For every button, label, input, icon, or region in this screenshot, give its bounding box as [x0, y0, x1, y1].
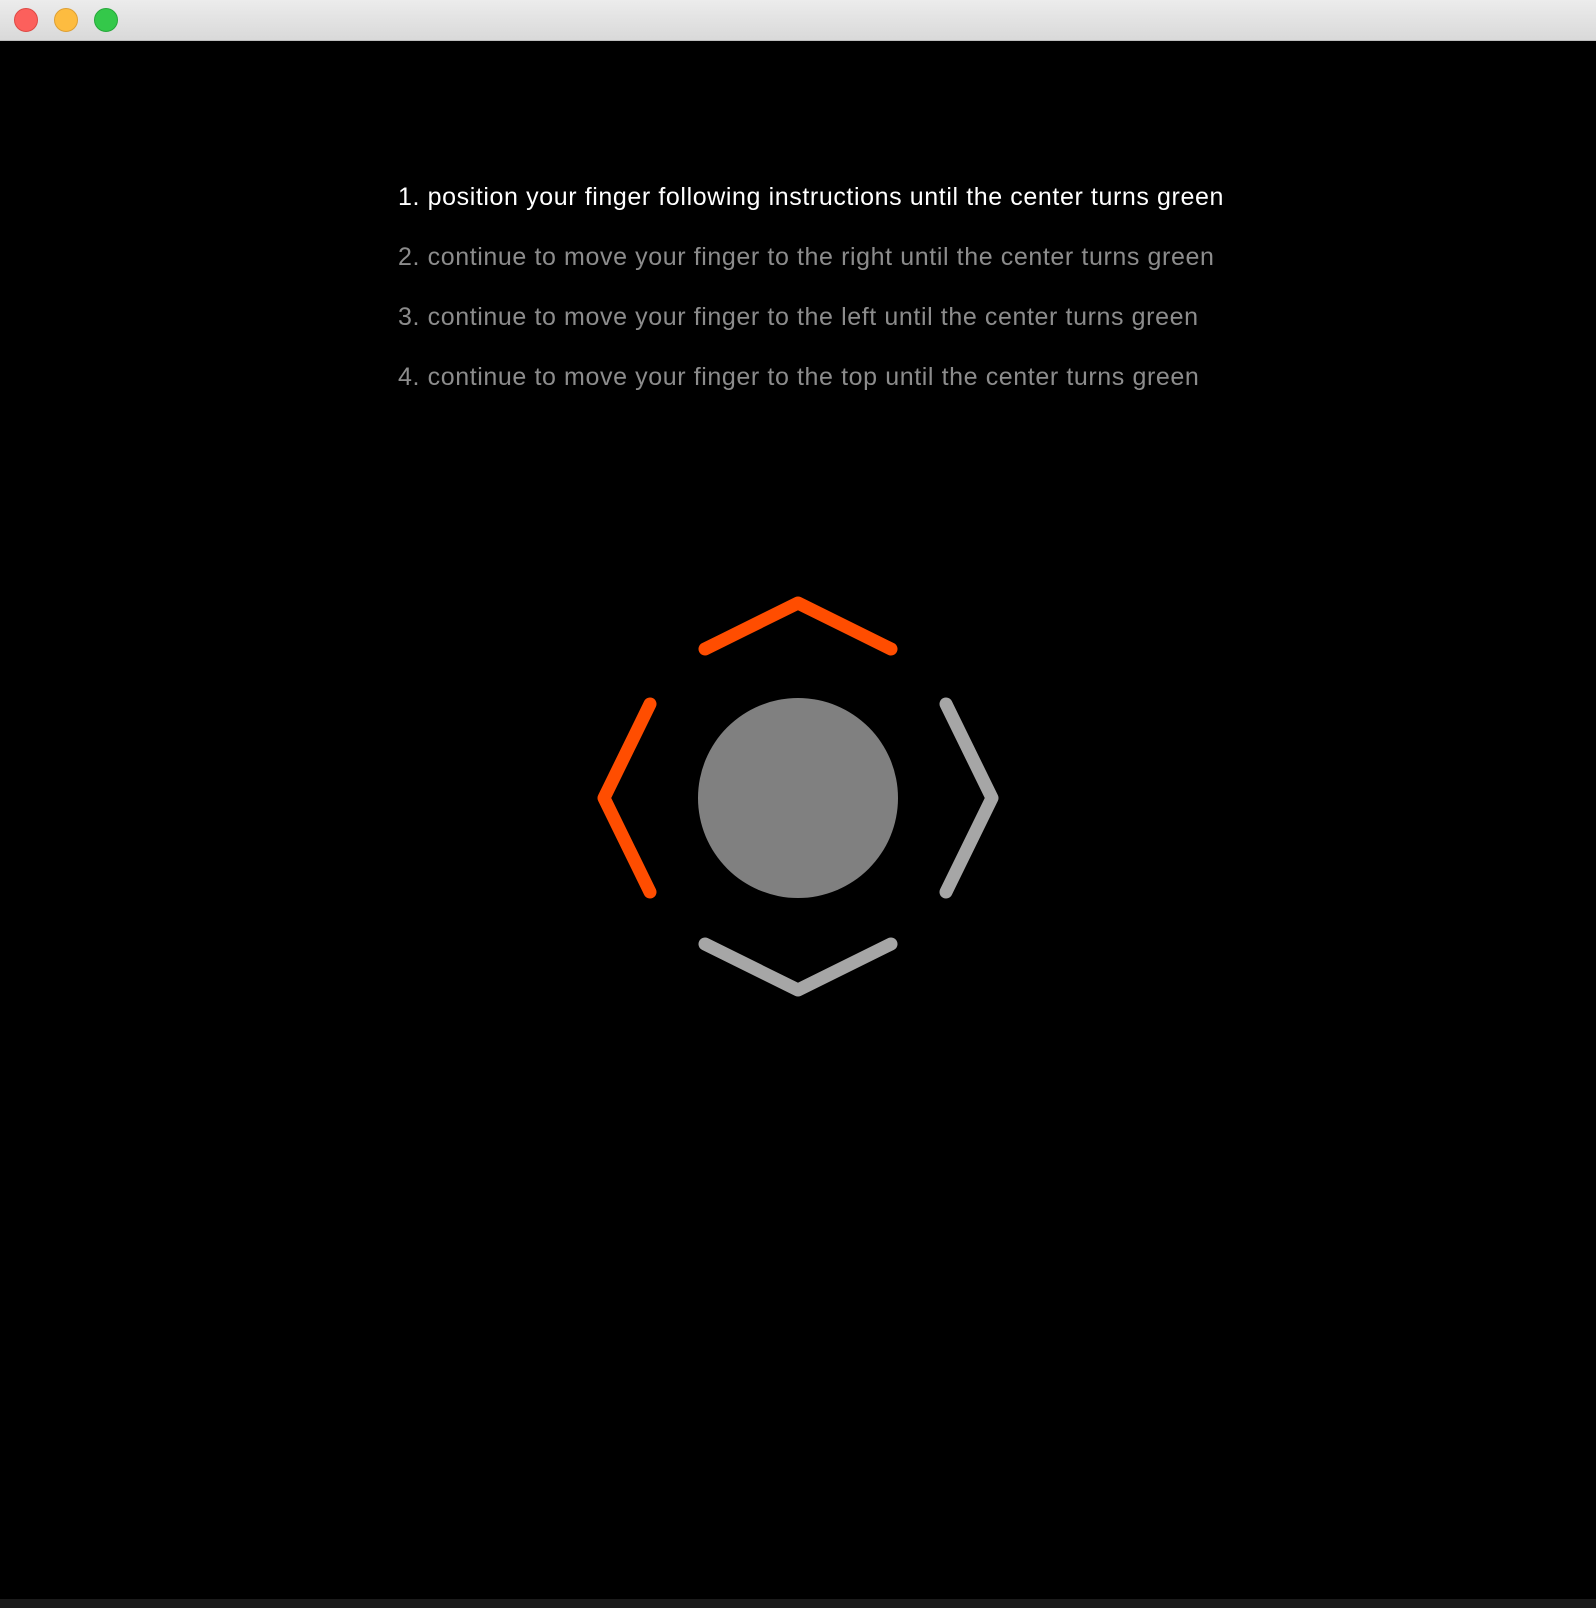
zoom-window-button[interactable] [94, 8, 118, 32]
minimize-window-button[interactable] [54, 8, 78, 32]
center-status-circle [698, 698, 898, 898]
close-window-button[interactable] [14, 8, 38, 32]
content-area: 1. position your finger following instru… [0, 41, 1596, 1599]
chevron-down-icon [698, 937, 898, 997]
chevron-left-icon [597, 697, 657, 899]
window-bottom-edge [0, 1599, 1596, 1608]
title-bar [0, 0, 1596, 41]
chevron-right-icon [939, 697, 999, 899]
app-window: 1. position your finger following instru… [0, 0, 1596, 1608]
finger-position-indicator [597, 596, 999, 997]
chevron-up-icon [698, 596, 898, 656]
